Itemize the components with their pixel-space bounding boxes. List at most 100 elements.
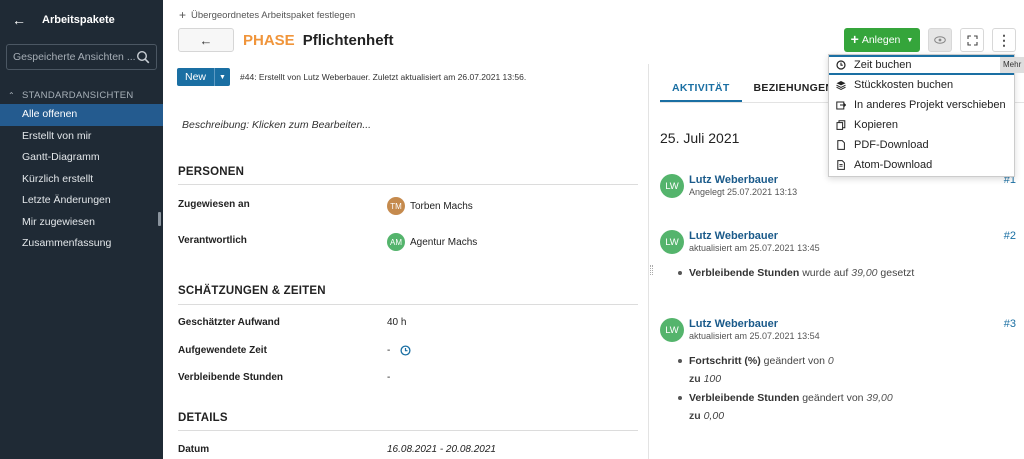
create-button[interactable]: + Anlegen ▼ bbox=[844, 28, 920, 52]
menu-item-label: Kopieren bbox=[854, 119, 899, 131]
watch-button[interactable] bbox=[928, 28, 952, 52]
remaining-hours-field[interactable]: - bbox=[387, 372, 390, 383]
clock-icon[interactable] bbox=[400, 345, 411, 356]
activity-author[interactable]: Lutz Weberbauer bbox=[689, 318, 778, 330]
estimated-time-field[interactable]: 40 h bbox=[387, 317, 406, 328]
activity-number[interactable]: #2 bbox=[1004, 230, 1016, 242]
section-title-estimates: SCHÄTZUNGEN & ZEITEN bbox=[178, 285, 326, 297]
more-vertical-icon: ⋮ bbox=[997, 31, 1011, 48]
work-package-subject[interactable]: Pflichtenheft bbox=[303, 32, 394, 49]
divider bbox=[178, 430, 638, 431]
menu-item-copy[interactable]: Kopieren bbox=[829, 115, 1014, 135]
stack-icon bbox=[836, 81, 846, 90]
fullscreen-button[interactable] bbox=[960, 28, 984, 52]
date-field[interactable]: 16.08.2021 - 20.08.2021 bbox=[387, 444, 496, 455]
avatar: LW bbox=[660, 318, 684, 342]
activity-number[interactable]: #3 bbox=[1004, 318, 1016, 330]
divider bbox=[178, 184, 638, 185]
change-text-end: gesetzt bbox=[877, 267, 915, 279]
menu-item-label: Stückkosten buchen bbox=[854, 79, 954, 91]
sidebar-item-gantt[interactable]: Gantt-Diagramm bbox=[0, 147, 163, 169]
remaining-hours-label: Verbleibende Stunden bbox=[178, 372, 284, 383]
sidebar-item-summary[interactable]: Zusammenfassung bbox=[0, 233, 163, 255]
description-field[interactable]: Beschreibung: Klicken zum Bearbeiten... bbox=[182, 119, 371, 131]
work-package-title: PHASE Pflichtenheft bbox=[243, 32, 394, 49]
spent-time-field[interactable]: - bbox=[387, 345, 411, 356]
set-parent-link[interactable]: + Übergeordnetes Arbeitspaket festlegen bbox=[179, 8, 355, 22]
section-title-details: DETAILS bbox=[178, 412, 228, 424]
search-icon[interactable] bbox=[136, 50, 150, 64]
status-row: New ▼ #44: Erstellt von Lutz Weberbauer.… bbox=[177, 68, 526, 86]
spent-time-value: - bbox=[387, 345, 391, 356]
avatar: LW bbox=[660, 174, 684, 198]
caret-down-icon: ▼ bbox=[906, 36, 914, 44]
move-icon bbox=[836, 101, 846, 110]
sidebar-item-all-open[interactable]: Alle offenen bbox=[0, 104, 163, 126]
copy-icon bbox=[836, 120, 846, 130]
menu-item-label: Atom-Download bbox=[854, 159, 933, 171]
fullscreen-icon bbox=[966, 34, 978, 46]
activity-change-to: zu 100 bbox=[689, 373, 721, 385]
activity-change: Verbleibende Stunden wurde auf 39,00 ges… bbox=[678, 267, 914, 279]
avatar: TM bbox=[387, 197, 405, 215]
plus-icon: + bbox=[850, 31, 859, 47]
avatar: AM bbox=[387, 233, 405, 251]
plus-icon: + bbox=[179, 8, 187, 22]
menu-item-log-time[interactable]: Zeit buchen bbox=[829, 55, 1014, 75]
menu-item-label: In anderes Projekt verschieben bbox=[854, 99, 1006, 111]
change-value: 39,00 bbox=[851, 267, 878, 279]
status-dropdown[interactable]: New ▼ bbox=[177, 68, 231, 86]
sidebar-item-assigned-to-me[interactable]: Mir zugewiesen bbox=[0, 212, 163, 234]
assignee-label: Zugewiesen an bbox=[178, 199, 250, 210]
bullet bbox=[678, 271, 682, 276]
chevron-up-icon: ⌃ bbox=[8, 90, 16, 100]
responsible-label: Verantwortlich bbox=[178, 235, 247, 246]
caret-down-icon: ▼ bbox=[214, 68, 230, 86]
change-value: 39,00 bbox=[866, 392, 893, 404]
status-info: #44: Erstellt von Lutz Weberbauer. Zulet… bbox=[240, 72, 527, 82]
sidebar-item-recently-created[interactable]: Kürzlich erstellt bbox=[0, 169, 163, 191]
column-resize-grip[interactable] bbox=[650, 265, 653, 275]
responsible-field[interactable]: AM Agentur Machs bbox=[387, 233, 477, 251]
saved-views-search-input[interactable] bbox=[13, 51, 136, 63]
section-title-people: PERSONEN bbox=[178, 166, 245, 178]
activity-author[interactable]: Lutz Weberbauer bbox=[689, 230, 778, 242]
more-button[interactable]: ⋮ bbox=[992, 28, 1016, 52]
change-field: Verbleibende Stunden bbox=[689, 392, 800, 404]
menu-item-pdf-download[interactable]: PDF-Download bbox=[829, 135, 1014, 155]
menu-item-move[interactable]: In anderes Projekt verschieben bbox=[829, 95, 1014, 115]
sidebar-section-standard-views[interactable]: ⌃ STANDARDANSICHTEN bbox=[0, 88, 163, 102]
activity-meta: aktualisiert am 25.07.2021 13:45 bbox=[689, 243, 820, 253]
change-to-label: zu bbox=[689, 373, 701, 385]
tab-activity[interactable]: AKTIVITÄT bbox=[660, 74, 742, 102]
back-button[interactable]: ← bbox=[178, 28, 234, 52]
activity-meta: Angelegt 25.07.2021 13:13 bbox=[689, 187, 798, 197]
assignee-name: Torben Machs bbox=[410, 200, 473, 212]
back-arrow-icon[interactable]: ← bbox=[12, 12, 32, 28]
saved-views-search[interactable] bbox=[6, 44, 157, 70]
bullet bbox=[678, 396, 682, 401]
sidebar-item-created-by-me[interactable]: Erstellt von mir bbox=[0, 126, 163, 148]
change-text: wurde auf bbox=[799, 267, 852, 279]
sidebar-item-latest-changes[interactable]: Letzte Änderungen bbox=[0, 190, 163, 212]
change-field: Fortschritt (%) bbox=[689, 355, 761, 367]
create-button-label: Anlegen bbox=[861, 34, 901, 46]
change-value: 0 bbox=[827, 355, 834, 367]
tabs: AKTIVITÄT BEZIEHUNGEN bbox=[660, 74, 845, 102]
change-text: geändert von bbox=[799, 392, 867, 404]
clock-icon bbox=[836, 60, 846, 70]
menu-item-atom-download[interactable]: Atom-Download bbox=[829, 155, 1014, 175]
assignee-field[interactable]: TM Torben Machs bbox=[387, 197, 473, 215]
work-package-type[interactable]: PHASE bbox=[243, 32, 295, 49]
sidebar-items: Alle offenen Erstellt von mir Gantt-Diag… bbox=[0, 104, 163, 255]
sidebar: ← Arbeitspakete ⌃ STANDARDANSICHTEN Alle… bbox=[0, 0, 163, 459]
activity-meta: aktualisiert am 25.07.2021 13:54 bbox=[689, 331, 820, 341]
change-new-value: 0,00 bbox=[703, 410, 725, 422]
menu-item-log-costs[interactable]: Stückkosten buchen bbox=[829, 75, 1014, 95]
set-parent-label: Übergeordnetes Arbeitspaket festlegen bbox=[191, 9, 356, 21]
sidebar-section-label: STANDARDANSICHTEN bbox=[22, 89, 134, 101]
sidebar-resize-handle[interactable] bbox=[158, 212, 161, 226]
activity-author[interactable]: Lutz Weberbauer bbox=[689, 174, 778, 186]
file-icon bbox=[837, 140, 845, 150]
spent-time-label: Aufgewendete Zeit bbox=[178, 345, 267, 356]
